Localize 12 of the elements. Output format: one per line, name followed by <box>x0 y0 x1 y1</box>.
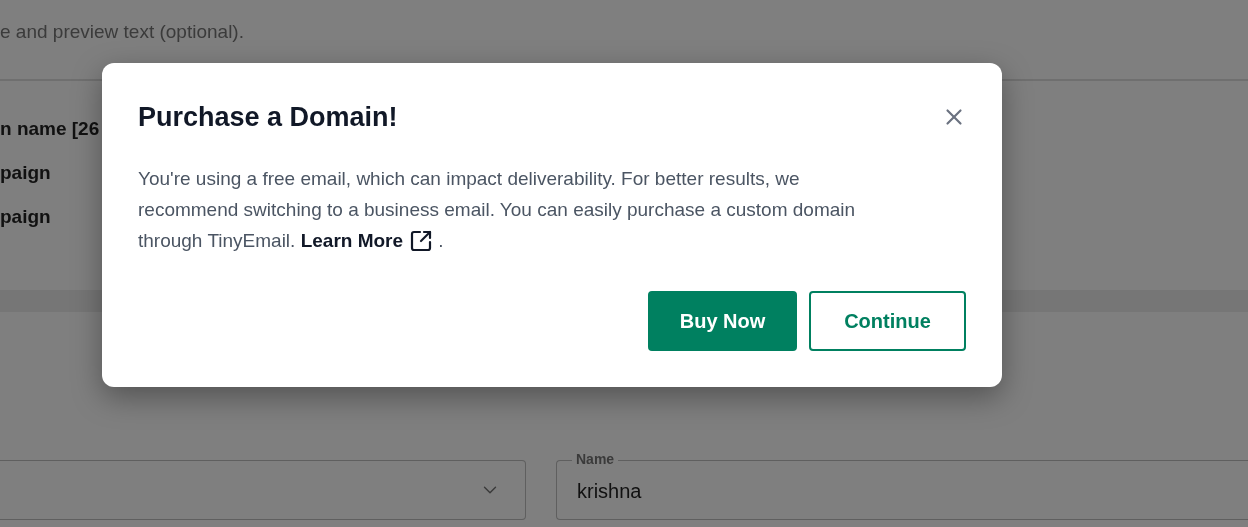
buy-now-button[interactable]: Buy Now <box>648 291 797 351</box>
field-value: krishna <box>577 479 642 504</box>
campaign-name: paign <box>0 162 51 184</box>
campaign-name: n name [26 <box>0 118 100 140</box>
intro-text: e and preview text (optional). <box>0 21 244 42</box>
external-link-icon <box>409 228 434 253</box>
campaign-name: paign <box>0 206 51 228</box>
learn-more-link[interactable]: Learn More <box>300 225 434 256</box>
continue-button[interactable]: Continue <box>809 291 966 351</box>
dialog-message: You're using a free email, which can impact deliverability. For better results, we recommend switching to a business email. You can easily purchase a custom domain through TinyEmail. Learn More . <box>138 163 873 256</box>
select-field[interactable] <box>0 460 526 520</box>
dialog-title: Purchase a Domain! <box>138 101 398 134</box>
